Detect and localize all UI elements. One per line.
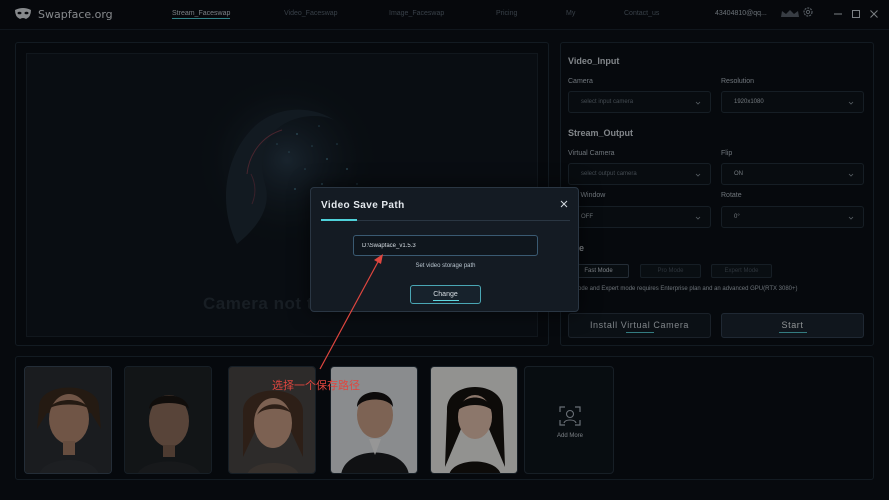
change-path-button[interactable]: Change (410, 285, 481, 304)
dialog-divider-accent (321, 219, 357, 221)
dialog-divider (321, 220, 570, 221)
button-underline (433, 300, 459, 301)
video-save-path-dialog: Video Save Path Set video storage path C… (310, 187, 579, 312)
close-icon[interactable] (559, 199, 569, 209)
save-path-hint: Set video storage path (415, 263, 476, 269)
change-path-label: Change (433, 291, 458, 298)
save-path-input[interactable] (353, 235, 538, 256)
dialog-title: Video Save Path (321, 200, 405, 211)
annotation-text: 选择一个保存路径 (272, 379, 360, 392)
